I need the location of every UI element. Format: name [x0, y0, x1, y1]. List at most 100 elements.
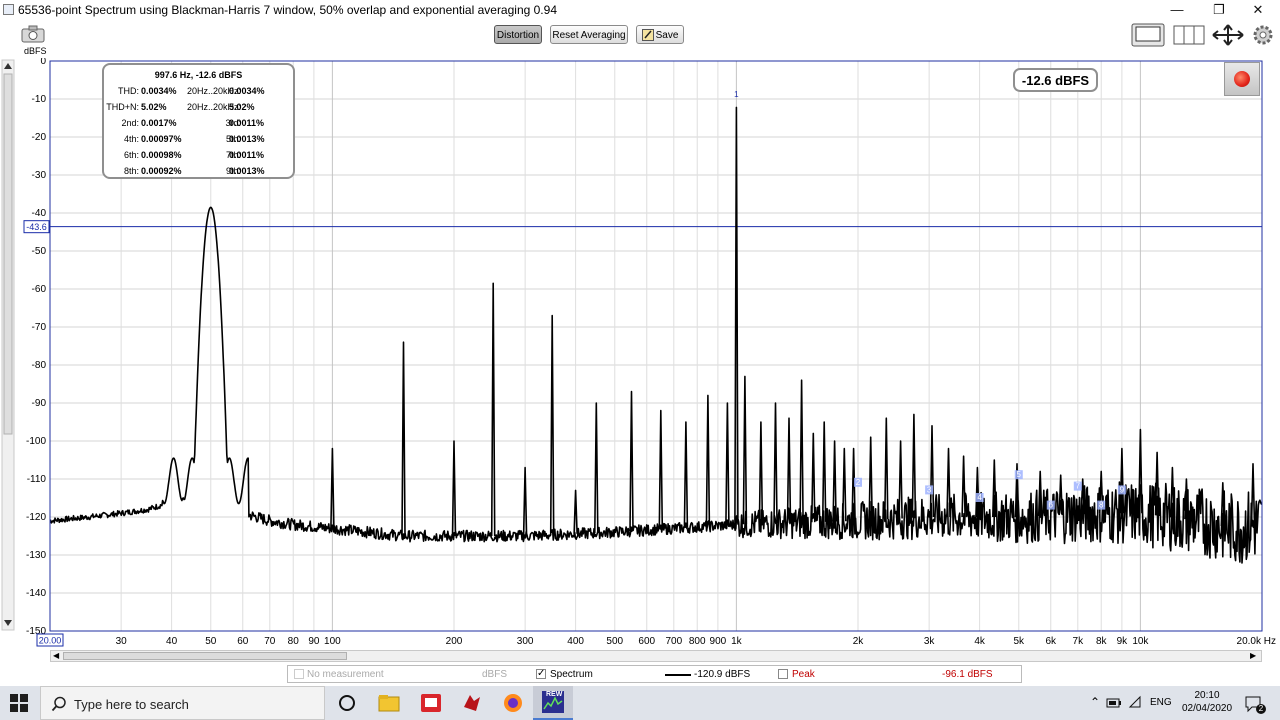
title-bar: 65536-point Spectrum using Blackman-Harr… — [0, 0, 1280, 20]
horizontal-scrollbar[interactable]: ◀ ▶ — [50, 650, 1262, 662]
y-tick-label: -30 — [32, 170, 47, 181]
taskbar-search[interactable]: Type here to search — [40, 686, 325, 720]
x-tick-label: 3k — [924, 636, 936, 647]
distortion-row-label: 8th: — [123, 166, 139, 176]
language-indicator[interactable]: ENG — [1150, 697, 1172, 708]
y-tick-label: -110 — [27, 474, 47, 485]
distortion-button[interactable]: Distortion — [494, 25, 542, 44]
distortion-row-label: 4th: — [123, 134, 139, 144]
window-title: 65536-point Spectrum using Blackman-Harr… — [18, 3, 557, 17]
cursor-readout: -43.6 — [26, 222, 47, 232]
x-tick-label: 600 — [638, 636, 655, 647]
firefox-icon[interactable] — [501, 691, 525, 715]
x-tick-label: 2k — [853, 636, 865, 647]
x-tick-label: 5k — [1013, 636, 1025, 647]
y-tick-label: -120 — [26, 512, 46, 523]
x-tick-label: 100 — [324, 636, 341, 647]
spectrum-label: Spectrum — [550, 669, 593, 680]
no-measurement-checkbox[interactable] — [294, 669, 304, 679]
x-tick-label: 10k — [1132, 636, 1149, 647]
x-tick-label: 70 — [264, 636, 276, 647]
game-app-icon[interactable] — [460, 691, 484, 715]
y-unit-label: dBFS — [24, 46, 47, 56]
reset-averaging-button[interactable]: Reset Averaging — [550, 25, 628, 44]
x-tick-label: 6k — [1045, 636, 1057, 647]
x-tick-label: 900 — [710, 636, 727, 647]
clock-time: 20:10 — [1194, 690, 1220, 701]
distortion-panel[interactable]: 997.6 Hz, -12.6 dBFS THD: 0.0034% 20Hz..20… — [102, 63, 295, 179]
scroll-right-arrow[interactable]: ▶ — [1250, 651, 1256, 661]
save-label: Save — [655, 30, 679, 41]
distortion-row-value: 0.0034% — [141, 86, 177, 96]
y-tick-label: -60 — [32, 284, 47, 295]
scroll-left-arrow[interactable]: ◀ — [53, 651, 59, 661]
distortion-header: 997.6 Hz, -12.6 dBFS — [154, 70, 243, 80]
vertical-scrollbar[interactable] — [1, 59, 15, 631]
harmonic-markers: 1 2 3 4 5 6 7 8 9 — [734, 90, 1126, 510]
cortana-icon[interactable] — [335, 691, 359, 715]
restore-button[interactable]: ❐ — [1199, 1, 1239, 19]
spectrum-value: -120.9 dBFS — [694, 669, 751, 680]
harmonic-marker-label: 6 — [1049, 501, 1054, 510]
graph-layout-icon[interactable] — [1131, 23, 1165, 47]
save-button[interactable]: Save — [636, 25, 684, 44]
x-tick-label: 700 — [665, 636, 682, 647]
x-tick-label: 80 — [288, 636, 300, 647]
spectrum-checkbox[interactable]: ✓ — [536, 669, 546, 679]
clock-date: 02/04/2020 — [1181, 703, 1233, 714]
distortion-row-value: 0.0011% — [229, 118, 265, 128]
reader-app-icon[interactable] — [419, 691, 443, 715]
record-button[interactable] — [1224, 62, 1260, 96]
y-tick-label: -70 — [32, 322, 47, 333]
distortion-row-value: 0.0013% — [229, 134, 265, 144]
y-tick-label: -40 — [32, 208, 47, 219]
camera-icon[interactable] — [21, 25, 45, 43]
fit-axes-icon[interactable] — [1211, 23, 1245, 47]
close-button[interactable]: ✕ — [1238, 1, 1278, 19]
distortion-row-label: 6th: — [123, 150, 139, 160]
peak-checkbox[interactable] — [778, 669, 788, 679]
y-tick-label: -90 — [32, 398, 47, 409]
distortion-row-label: THD: — [118, 86, 139, 96]
battery-icon[interactable] — [1106, 697, 1122, 709]
taskbar: Type here to search REW ⌃ ENG 20:10 02/0… — [0, 686, 1280, 720]
search-placeholder: Type here to search — [74, 697, 189, 712]
distortion-row-value: 5.02% — [141, 102, 167, 112]
x-tick-label: 30 — [116, 636, 128, 647]
split-view-icon[interactable] — [1172, 23, 1206, 47]
y-tick-label: -100 — [26, 436, 46, 447]
x-tick-label: 9k — [1117, 636, 1129, 647]
x-tick-label: 4k — [974, 636, 986, 647]
y-tick-label: -130 — [26, 550, 46, 561]
peak-value: -96.1 dBFS — [942, 669, 993, 680]
harmonic-marker-label: 4 — [977, 493, 982, 502]
y-tick-label: -50 — [32, 246, 47, 257]
x-tick-label: 200 — [446, 636, 463, 647]
volume-icon[interactable] — [1128, 695, 1129, 696]
wifi-icon[interactable] — [1128, 695, 1142, 709]
distortion-row-label: 2nd: — [121, 118, 139, 128]
harmonic-marker-label: 9 — [1120, 485, 1125, 494]
tray-chevron-icon[interactable]: ⌃ — [1090, 695, 1100, 709]
y-tick-label: -80 — [32, 360, 47, 371]
rew-app-label: REW — [546, 691, 563, 698]
harmonic-marker-label: 8 — [1099, 501, 1104, 510]
windows-start-icon[interactable] — [9, 693, 29, 713]
y-tick-label: -140 — [26, 588, 46, 599]
rew-taskbar-button[interactable]: REW — [533, 686, 573, 720]
harmonic-marker-label: 2 — [856, 478, 861, 487]
gear-icon[interactable] — [1250, 23, 1276, 47]
x-tick-label: 7k — [1073, 636, 1085, 647]
x-tick-label: 400 — [567, 636, 584, 647]
spectrum-swatch — [665, 674, 691, 676]
x-tick-label: 50 — [205, 636, 217, 647]
toolbar: dBFS Distortion Reset Averaging Save — [0, 20, 1280, 58]
distortion-row-label: THD+N: — [106, 102, 139, 112]
y-tick-label: -20 — [32, 132, 47, 143]
search-icon — [51, 696, 66, 712]
scroll-thumb[interactable] — [63, 652, 347, 660]
minimize-button[interactable]: — — [1157, 1, 1197, 19]
clock[interactable]: 20:10 02/04/2020 — [1172, 689, 1242, 715]
x-tick-label: 300 — [517, 636, 534, 647]
file-explorer-icon[interactable] — [377, 691, 401, 715]
